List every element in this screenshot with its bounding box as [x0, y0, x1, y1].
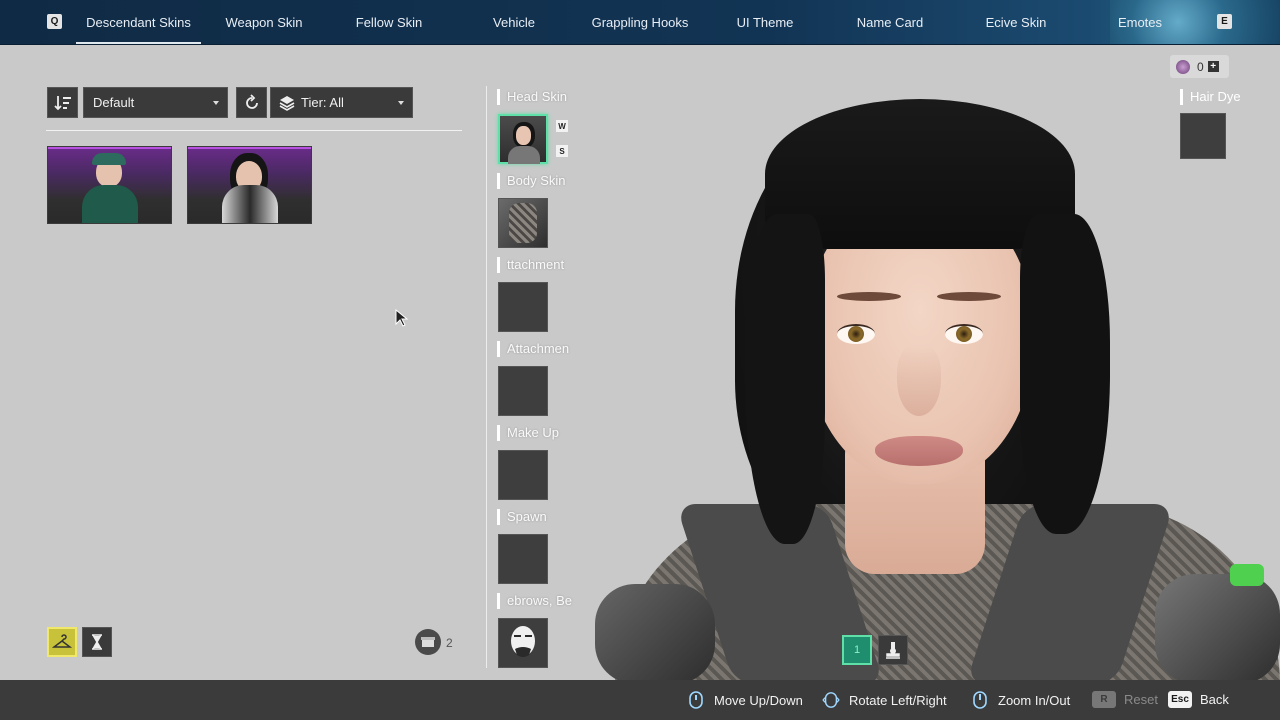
refresh-icon: [245, 93, 258, 109]
slot-attachment-1[interactable]: [498, 282, 548, 332]
reset-key: R: [1092, 691, 1116, 708]
character-shoulder-gear-left: [595, 584, 715, 680]
slot-label-make-up: Make Up: [497, 425, 575, 441]
lighting-button[interactable]: [878, 635, 908, 665]
slot-label-spawn: Spawn: [497, 509, 575, 525]
hourglass-icon: [92, 634, 102, 650]
slot-label-body-skin: Body Skin: [497, 173, 575, 189]
slot-attachment-2[interactable]: [498, 366, 548, 416]
tier-dropdown-value: Tier: All: [301, 95, 344, 110]
slot-outfit: [509, 203, 537, 243]
tab-descendant-skins[interactable]: Descendant Skins: [76, 0, 201, 44]
face-silhouette-icon: [511, 626, 535, 657]
tab-vehicle[interactable]: Vehicle: [455, 0, 573, 44]
tab-name-card[interactable]: Name Card: [831, 0, 949, 44]
slot-spawn[interactable]: [498, 534, 548, 584]
slot-prev-key[interactable]: S: [556, 145, 568, 157]
mouse-cursor-icon: [395, 309, 409, 327]
skin-outfit: [82, 185, 138, 223]
skin-card-1[interactable]: [47, 146, 172, 224]
toolbar-divider: [46, 130, 462, 131]
lamp-icon: [886, 642, 900, 659]
slot-make-up[interactable]: [498, 450, 548, 500]
character-gear-light: [1230, 564, 1264, 586]
layers-icon: [279, 96, 295, 111]
slot-label-attachment-2: Attachmen: [497, 341, 575, 357]
tab-emotes[interactable]: Emotes: [1100, 0, 1180, 44]
currency-amount: 0: [1197, 59, 1204, 74]
currency-icon: [1176, 59, 1190, 74]
slot-label-eyebrows: ebrows, Be: [497, 593, 575, 609]
mouse-drag-icon: [822, 691, 840, 709]
sort-dropdown-value: Default: [93, 95, 135, 110]
tab-fellow-skin[interactable]: Fellow Skin: [330, 0, 448, 44]
tab-grappling-hooks[interactable]: Grappling Hooks: [580, 0, 700, 44]
hint-rotate: Rotate Left/Right: [822, 691, 947, 709]
character-eye-right: [945, 324, 983, 344]
character-brow-right: [937, 292, 1001, 301]
slot-next-key[interactable]: W: [556, 120, 568, 132]
character-brow-left: [837, 292, 901, 301]
category-tab-bar: Q Descendant Skins Weapon Skin Fellow Sk…: [0, 0, 1280, 44]
sort-icon: [53, 95, 71, 110]
timed-filter-button[interactable]: [82, 627, 112, 657]
tab-ui-theme[interactable]: UI Theme: [706, 0, 824, 44]
controls-hint-bar: [0, 680, 1280, 720]
slot-hair-dye[interactable]: [1180, 113, 1226, 159]
refresh-button[interactable]: [236, 87, 267, 118]
slot-eyebrows[interactable]: [498, 618, 548, 668]
slot-head-skin[interactable]: [498, 114, 548, 164]
slot-body-skin[interactable]: [498, 198, 548, 248]
slot-shoulders: [508, 146, 540, 164]
character-hair-right: [1020, 214, 1110, 534]
hint-zoom-label: Zoom In/Out: [998, 692, 1071, 708]
hair-dye-label: Hair Dye: [1180, 89, 1241, 105]
add-currency-button[interactable]: +: [1207, 61, 1219, 72]
tier-dropdown[interactable]: Tier: All: [270, 87, 413, 118]
character-preview[interactable]: [575, 44, 1280, 680]
slot-column-divider: [486, 86, 487, 668]
back-button[interactable]: Esc Back: [1168, 691, 1229, 708]
chevron-down-icon: [213, 101, 219, 105]
chevron-down-icon: [398, 101, 404, 105]
skin-card-2[interactable]: [187, 146, 312, 224]
preset-1-label: 1: [853, 644, 861, 656]
hint-move-label: Move Up/Down: [714, 692, 803, 708]
slot-face: [516, 126, 531, 145]
next-tab-key[interactable]: E: [1217, 14, 1232, 29]
reset-label: Reset: [1124, 692, 1158, 707]
owned-filter-button[interactable]: [47, 627, 77, 657]
character-hair-left: [745, 214, 825, 544]
preset-1-button[interactable]: 1: [842, 635, 872, 665]
hanger-icon: [52, 634, 72, 648]
character-shoulder-gear-right: [1155, 574, 1280, 680]
mouse-wheel-icon: [971, 691, 989, 709]
sort-order-button[interactable]: [47, 87, 78, 118]
hint-rotate-label: Rotate Left/Right: [849, 692, 947, 708]
back-key: Esc: [1168, 691, 1192, 708]
hint-move: Move Up/Down: [687, 691, 803, 709]
prev-tab-key[interactable]: Q: [47, 14, 62, 29]
reset-button[interactable]: R Reset: [1092, 691, 1158, 708]
tab-ecive-skin[interactable]: Ecive Skin: [957, 0, 1075, 44]
skin-count: 2: [446, 636, 453, 650]
hint-zoom: Zoom In/Out: [971, 691, 1070, 709]
box-icon: [415, 629, 441, 655]
tab-weapon-skin[interactable]: Weapon Skin: [205, 0, 323, 44]
mouse-scroll-icon: [687, 691, 705, 709]
character-lips: [875, 436, 963, 466]
back-label: Back: [1200, 692, 1229, 707]
character-nose: [897, 344, 941, 416]
skin-outfit: [222, 185, 278, 223]
slot-label-head-skin: Head Skin: [497, 89, 575, 105]
character-eye-left: [837, 324, 875, 344]
currency-display[interactable]: 0 +: [1170, 55, 1229, 78]
sort-dropdown[interactable]: Default: [83, 87, 228, 118]
cap-shape: [92, 153, 126, 165]
slot-label-attachment-1: ttachment: [497, 257, 575, 273]
